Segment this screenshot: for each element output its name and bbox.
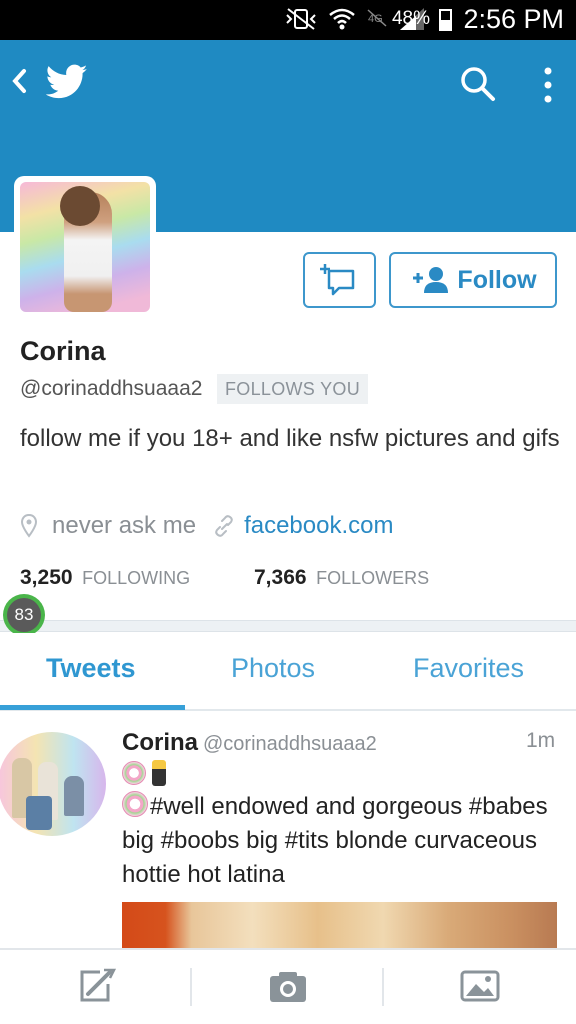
twitter-bird-icon — [45, 64, 88, 99]
battery-icon — [439, 9, 452, 31]
compose-tweet-button[interactable] — [74, 966, 118, 1006]
twitter-logo[interactable] — [45, 64, 88, 105]
wifi-icon — [329, 8, 355, 30]
active-tab-indicator — [0, 705, 185, 710]
profile-location: never ask me — [52, 512, 197, 539]
tweet-emoji-row — [122, 760, 166, 786]
tweet-timestamp: 1m — [526, 729, 556, 752]
follow-label: Follow — [457, 265, 537, 294]
blossom-emoji-icon — [122, 761, 146, 785]
badge-count: 83 — [7, 598, 41, 632]
compose-icon — [80, 968, 117, 1002]
profile-stats: 3,250 FOLLOWING 7,366 FOLLOWERS — [20, 566, 429, 590]
camera-icon — [270, 972, 306, 1002]
image-icon — [460, 970, 500, 1002]
blossom-emoji-icon — [122, 791, 148, 817]
following-stat[interactable]: 3,250 FOLLOWING — [20, 566, 191, 589]
following-count: 3,250 — [20, 566, 73, 589]
profile-bio: follow me if you 18+ and like nsfw pictu… — [20, 425, 560, 452]
bottom-separator — [190, 968, 192, 1006]
add-user-icon — [413, 267, 449, 293]
bottom-action-bar — [0, 948, 576, 1024]
profile-meta: never ask me facebook.com — [20, 512, 393, 540]
vibrate-mute-icon — [286, 8, 316, 30]
avatar-image — [20, 182, 150, 312]
location-pin-icon — [20, 513, 38, 538]
profile-avatar[interactable] — [14, 176, 156, 318]
status-bar: 4G 48% 2:56 PM — [0, 0, 576, 40]
followers-label: FOLLOWERS — [316, 568, 430, 588]
search-button[interactable] — [458, 64, 498, 104]
photo-library-button[interactable] — [458, 966, 502, 1006]
battery-percent: 48% — [391, 8, 430, 29]
following-label: FOLLOWING — [82, 568, 191, 588]
bottom-separator — [382, 968, 384, 1006]
flashlight-emoji-icon — [152, 760, 166, 786]
tweet-text: #well endowed and gorgeous #babes big #b… — [122, 790, 562, 892]
tweet-avatar[interactable] — [0, 732, 106, 836]
overlay-count-badge[interactable]: 83 — [3, 594, 45, 636]
clock: 2:56 PM — [463, 4, 564, 34]
avatar-hair — [60, 186, 100, 226]
tweet-author-handle: @corinaddhsuaaa2 — [203, 733, 377, 755]
follows-you-badge: FOLLOWS YOU — [217, 374, 368, 404]
link-icon — [215, 515, 233, 537]
more-options-button[interactable] — [534, 64, 562, 106]
profile-name: Corina — [20, 336, 106, 366]
tab-photos[interactable]: Photos — [231, 653, 315, 684]
tweet-media-image[interactable] — [122, 902, 557, 950]
back-button[interactable] — [10, 66, 32, 100]
tab-favorites[interactable]: Favorites — [413, 653, 524, 684]
profile-handle: @corinaddhsuaaa2 — [20, 377, 203, 400]
camera-button[interactable] — [266, 966, 310, 1006]
section-divider — [0, 620, 576, 632]
message-plus-icon — [320, 264, 355, 296]
tab-tweets[interactable]: Tweets — [46, 653, 136, 684]
tweet-body: #well endowed and gorgeous #babes big #b… — [122, 793, 548, 888]
chevron-left-icon — [12, 69, 26, 93]
search-icon — [461, 67, 495, 101]
follow-button[interactable]: Follow — [389, 252, 557, 308]
svg-text:4G: 4G — [368, 13, 383, 25]
followers-stat[interactable]: 7,366 FOLLOWERS — [254, 566, 429, 590]
profile-tabs: Tweets Photos Favorites — [0, 633, 576, 709]
followers-count: 7,366 — [254, 566, 307, 589]
direct-message-button[interactable] — [303, 252, 376, 308]
tweet-author-name[interactable]: Corina — [122, 729, 198, 757]
more-vertical-icon — [544, 67, 552, 103]
data-off-icon: 4G — [367, 9, 387, 27]
profile-website-link[interactable]: facebook.com — [244, 512, 393, 540]
